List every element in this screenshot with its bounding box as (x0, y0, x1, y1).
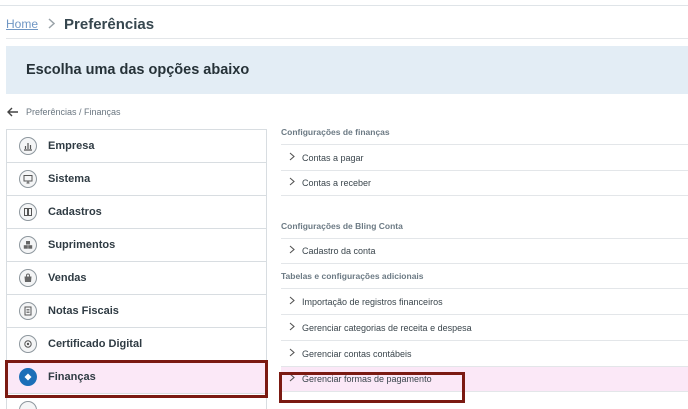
menu-item-vendas[interactable]: Vendas (7, 262, 266, 295)
link-gerenciar-formas-pagamento[interactable]: Gerenciar formas de pagamento (281, 366, 688, 392)
page-title: Preferências (64, 15, 155, 33)
link-contas-a-pagar[interactable]: Contas a pagar (281, 144, 688, 170)
menu-icon (19, 401, 37, 409)
link-label: Contas a receber (302, 178, 372, 188)
menu-item-sistema[interactable]: Sistema (7, 163, 266, 196)
chevron-right-icon (289, 245, 299, 257)
bag-icon (19, 269, 37, 287)
link-gerenciar-contas-contabeis[interactable]: Gerenciar contas contábeis (281, 340, 688, 366)
chevron-right-icon (48, 17, 56, 31)
menu-item-empresa[interactable]: Empresa (7, 130, 266, 163)
banner-text: Escolha uma das opções abaixo (26, 62, 250, 78)
arrow-left-icon[interactable] (6, 105, 20, 119)
sub-breadcrumb-path: Preferências / Finanças (26, 107, 121, 117)
section-title: Configurações de Bling Conta (281, 221, 403, 231)
menu-item-label: Suprimentos (48, 239, 116, 251)
certificate-icon (19, 335, 37, 353)
menu-item-certificado-digital[interactable]: Certificado Digital (7, 328, 266, 361)
menu-item-label: Notas Fiscais (48, 305, 119, 317)
link-label: Gerenciar formas de pagamento (302, 374, 432, 384)
breadcrumb: Home Preferências (6, 14, 154, 34)
link-label: Importação de registros financeiros (302, 296, 443, 307)
menu-item-label: Vendas (48, 272, 87, 284)
link-label: Contas a pagar (302, 152, 364, 163)
menu-item-financas[interactable]: Finanças (7, 361, 266, 394)
chevron-right-icon (289, 322, 299, 334)
book-icon (19, 203, 37, 221)
chevron-right-icon (289, 177, 299, 189)
menu-item-cadastros[interactable]: Cadastros (7, 196, 266, 229)
menu-item-label: Finanças (48, 371, 96, 383)
boxes-icon (19, 236, 37, 254)
chevron-right-icon (289, 152, 299, 164)
divider (6, 38, 688, 39)
menu-item-label: Empresa (48, 140, 95, 152)
link-label: Cadastro da conta (302, 246, 376, 256)
monitor-icon (19, 170, 37, 188)
menu-item-partial[interactable] (7, 394, 266, 409)
menu-item-label: Certificado Digital (48, 338, 143, 350)
document-icon (19, 302, 37, 320)
section-title: Tabelas e configurações adicionais (281, 271, 424, 281)
chart-icon (19, 137, 37, 155)
sub-breadcrumb: Preferências / Finanças (6, 104, 121, 120)
menu-item-notas-fiscais[interactable]: Notas Fiscais (7, 295, 266, 328)
chevron-right-icon (289, 296, 299, 308)
chevron-right-icon (289, 348, 299, 360)
link-label: Gerenciar contas contábeis (302, 348, 412, 359)
link-contas-a-receber[interactable]: Contas a receber (281, 170, 688, 196)
menu-item-suprimentos[interactable]: Suprimentos (7, 229, 266, 262)
link-importacao-registros[interactable]: Importação de registros financeiros (281, 288, 688, 314)
preferences-menu: Empresa Sistema Cadastros Suprimentos Ve… (6, 129, 267, 409)
finance-icon (19, 368, 37, 386)
section-title: Configurações de finanças (281, 127, 390, 137)
options-panel: Configurações de finanças Contas a pagar… (281, 120, 688, 392)
menu-item-label: Sistema (48, 173, 91, 185)
chevron-right-icon (289, 373, 299, 385)
link-gerenciar-categorias[interactable]: Gerenciar categorias de receita e despes… (281, 314, 688, 340)
menu-item-label: Cadastros (48, 206, 102, 218)
link-label: Gerenciar categorias de receita e despes… (302, 322, 472, 333)
instruction-banner: Escolha uma das opções abaixo (6, 46, 688, 94)
link-cadastro-da-conta[interactable]: Cadastro da conta (281, 238, 688, 264)
breadcrumb-home-link[interactable]: Home (6, 17, 38, 31)
top-bar (0, 0, 688, 6)
